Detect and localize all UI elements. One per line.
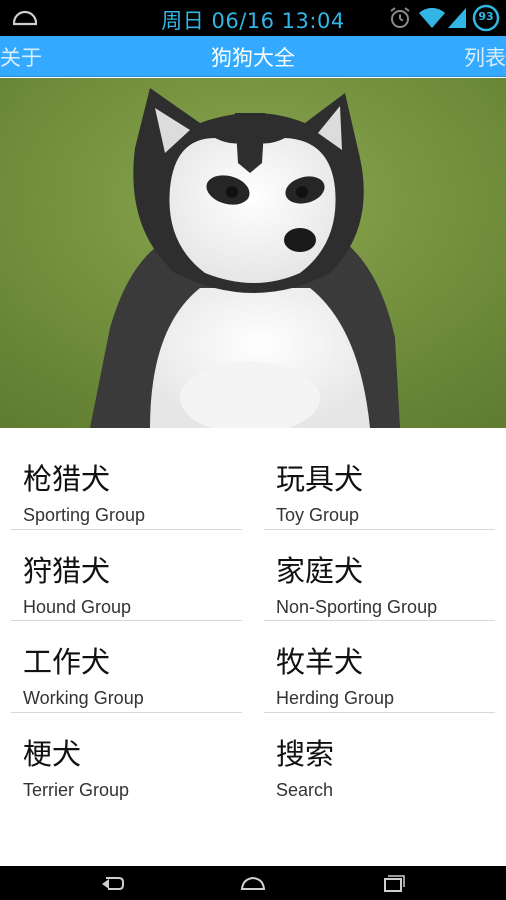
status-bar: 周日 06/16 13:04 93: [0, 0, 506, 36]
category-name-cn: 玩具犬: [276, 462, 364, 496]
navigation-bar: [0, 866, 506, 900]
category-sporting-group[interactable]: 枪猎犬 Sporting Group: [11, 438, 243, 529]
category-name-cn: 枪猎犬: [23, 462, 111, 496]
category-hound-group[interactable]: 狩猎犬 Hound Group: [11, 530, 243, 621]
category-name-cn: 家庭犬: [276, 554, 364, 588]
back-icon[interactable]: [100, 872, 126, 894]
category-terrier-group[interactable]: 梗犬 Terrier Group: [11, 713, 243, 804]
category-name-en: Herding Group: [276, 688, 395, 708]
husky-puppy-image: [0, 78, 506, 428]
alarm-icon: [390, 7, 410, 28]
category-name-cn: 狩猎犬: [23, 554, 111, 588]
category-grid: 枪猎犬 Sporting Group 玩具犬 Toy Group 狩猎犬 Hou…: [0, 428, 506, 866]
category-name-cn: 梗犬: [23, 737, 82, 771]
action-bar: 关于 狗狗大全 列表: [0, 36, 506, 77]
category-working-group[interactable]: 工作犬 Working Group: [11, 621, 243, 712]
recent-apps-icon[interactable]: [380, 872, 406, 894]
home-icon[interactable]: [240, 872, 266, 894]
category-non-sporting-group[interactable]: 家庭犬 Non-Sporting Group: [264, 530, 496, 621]
battery-icon: 93: [472, 4, 500, 32]
category-name-en: Toy Group: [276, 505, 360, 525]
category-toy-group[interactable]: 玩具犬 Toy Group: [264, 438, 496, 529]
category-name-en: Sporting Group: [23, 505, 146, 525]
category-name-en: Working Group: [23, 688, 144, 708]
search-button[interactable]: 搜索 Search: [264, 713, 496, 804]
page-title: 狗狗大全: [211, 46, 295, 70]
category-name-en: Non-Sporting Group: [276, 597, 438, 617]
category-name-cn: 工作犬: [23, 645, 111, 679]
category-herding-group[interactable]: 牧羊犬 Herding Group: [264, 621, 496, 712]
signal-icon: [448, 8, 466, 28]
battery-level: 93: [478, 10, 494, 23]
category-name-cn: 牧羊犬: [276, 645, 364, 679]
wifi-icon: [419, 7, 445, 29]
category-name-en: Terrier Group: [23, 780, 130, 800]
hero-image: [0, 78, 506, 428]
category-name-en: Hound Group: [23, 597, 132, 617]
category-name-cn: 搜索: [276, 737, 335, 771]
category-name-en: Search: [276, 780, 334, 800]
list-button[interactable]: 列表: [464, 42, 506, 72]
